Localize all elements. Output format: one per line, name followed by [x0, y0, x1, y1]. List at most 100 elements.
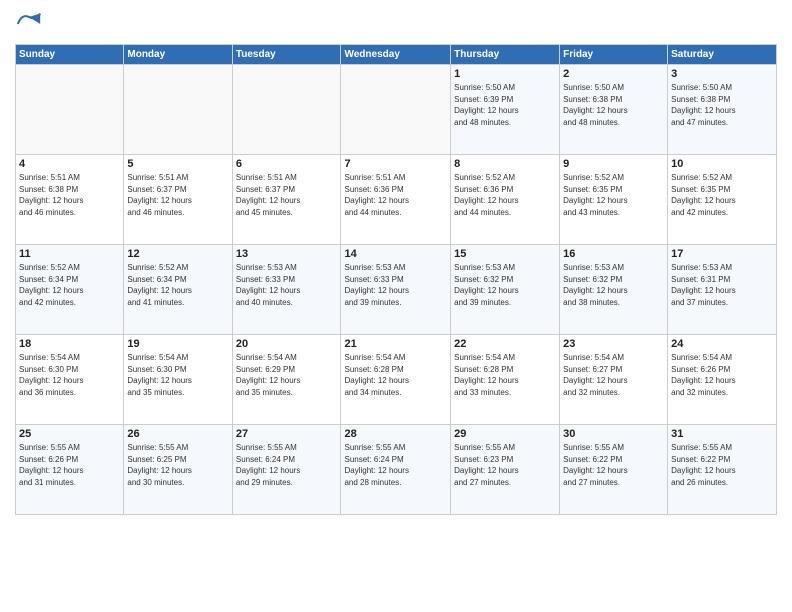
day-info: Sunrise: 5:54 AM Sunset: 6:30 PM Dayligh…	[19, 352, 120, 398]
day-info: Sunrise: 5:52 AM Sunset: 6:34 PM Dayligh…	[127, 262, 228, 308]
day-info: Sunrise: 5:54 AM Sunset: 6:30 PM Dayligh…	[127, 352, 228, 398]
day-cell: 20 Sunrise: 5:54 AM Sunset: 6:29 PM Dayli…	[232, 335, 341, 425]
day-info: Sunrise: 5:54 AM Sunset: 6:28 PM Dayligh…	[344, 352, 447, 398]
day-number: 24	[671, 338, 773, 350]
day-number: 22	[454, 338, 556, 350]
day-cell: 2 Sunrise: 5:50 AM Sunset: 6:38 PM Daylig…	[560, 65, 668, 155]
day-number: 11	[19, 248, 120, 260]
day-number: 18	[19, 338, 120, 350]
day-info: Sunrise: 5:54 AM Sunset: 6:29 PM Dayligh…	[236, 352, 338, 398]
day-number: 13	[236, 248, 338, 260]
day-info: Sunrise: 5:51 AM Sunset: 6:37 PM Dayligh…	[236, 172, 338, 218]
day-cell: 3 Sunrise: 5:50 AM Sunset: 6:38 PM Daylig…	[668, 65, 777, 155]
day-cell: 17 Sunrise: 5:53 AM Sunset: 6:31 PM Dayli…	[668, 245, 777, 335]
day-number: 4	[19, 158, 120, 170]
day-info: Sunrise: 5:52 AM Sunset: 6:34 PM Dayligh…	[19, 262, 120, 308]
weekday-header-tuesday: Tuesday	[232, 45, 341, 65]
week-row-1: 1 Sunrise: 5:50 AM Sunset: 6:39 PM Daylig…	[16, 65, 777, 155]
day-info: Sunrise: 5:54 AM Sunset: 6:28 PM Dayligh…	[454, 352, 556, 398]
day-info: Sunrise: 5:53 AM Sunset: 6:31 PM Dayligh…	[671, 262, 773, 308]
day-number: 17	[671, 248, 773, 260]
weekday-header-thursday: Thursday	[451, 45, 560, 65]
weekday-header-friday: Friday	[560, 45, 668, 65]
weekday-header-wednesday: Wednesday	[341, 45, 451, 65]
day-number: 30	[563, 428, 664, 440]
day-info: Sunrise: 5:55 AM Sunset: 6:24 PM Dayligh…	[236, 442, 338, 488]
page: SundayMondayTuesdayWednesdayThursdayFrid…	[0, 0, 792, 612]
day-info: Sunrise: 5:50 AM Sunset: 6:39 PM Dayligh…	[454, 82, 556, 128]
day-cell: 21 Sunrise: 5:54 AM Sunset: 6:28 PM Dayli…	[341, 335, 451, 425]
day-number: 6	[236, 158, 338, 170]
weekday-header-saturday: Saturday	[668, 45, 777, 65]
day-cell	[16, 65, 124, 155]
day-info: Sunrise: 5:52 AM Sunset: 6:36 PM Dayligh…	[454, 172, 556, 218]
weekday-row: SundayMondayTuesdayWednesdayThursdayFrid…	[16, 45, 777, 65]
day-cell: 12 Sunrise: 5:52 AM Sunset: 6:34 PM Dayli…	[124, 245, 232, 335]
day-number: 27	[236, 428, 338, 440]
logo	[15, 10, 47, 38]
weekday-header-monday: Monday	[124, 45, 232, 65]
day-number: 12	[127, 248, 228, 260]
day-number: 29	[454, 428, 556, 440]
day-number: 19	[127, 338, 228, 350]
weekday-header-sunday: Sunday	[16, 45, 124, 65]
day-cell: 24 Sunrise: 5:54 AM Sunset: 6:26 PM Dayli…	[668, 335, 777, 425]
day-cell: 8 Sunrise: 5:52 AM Sunset: 6:36 PM Daylig…	[451, 155, 560, 245]
day-info: Sunrise: 5:55 AM Sunset: 6:24 PM Dayligh…	[344, 442, 447, 488]
day-info: Sunrise: 5:50 AM Sunset: 6:38 PM Dayligh…	[671, 82, 773, 128]
day-cell: 28 Sunrise: 5:55 AM Sunset: 6:24 PM Dayli…	[341, 425, 451, 515]
day-info: Sunrise: 5:53 AM Sunset: 6:32 PM Dayligh…	[454, 262, 556, 308]
day-number: 16	[563, 248, 664, 260]
day-cell: 5 Sunrise: 5:51 AM Sunset: 6:37 PM Daylig…	[124, 155, 232, 245]
day-cell: 7Sunrise: 5:51 AM Sunset: 6:36 PM Daylig…	[341, 155, 451, 245]
day-cell: 18 Sunrise: 5:54 AM Sunset: 6:30 PM Dayli…	[16, 335, 124, 425]
day-number: 5	[127, 158, 228, 170]
calendar-header: SundayMondayTuesdayWednesdayThursdayFrid…	[16, 45, 777, 65]
day-info: Sunrise: 5:51 AM Sunset: 6:37 PM Dayligh…	[127, 172, 228, 218]
calendar-body: 1 Sunrise: 5:50 AM Sunset: 6:39 PM Daylig…	[16, 65, 777, 515]
day-cell: 15Sunrise: 5:53 AM Sunset: 6:32 PM Dayli…	[451, 245, 560, 335]
day-cell: 9 Sunrise: 5:52 AM Sunset: 6:35 PM Daylig…	[560, 155, 668, 245]
day-info: Sunrise: 5:55 AM Sunset: 6:23 PM Dayligh…	[454, 442, 556, 488]
day-info: Sunrise: 5:55 AM Sunset: 6:22 PM Dayligh…	[671, 442, 773, 488]
day-number: 1	[454, 68, 556, 80]
day-info: Sunrise: 5:51 AM Sunset: 6:36 PM Dayligh…	[344, 172, 447, 218]
day-cell: 29 Sunrise: 5:55 AM Sunset: 6:23 PM Dayli…	[451, 425, 560, 515]
day-info: Sunrise: 5:54 AM Sunset: 6:26 PM Dayligh…	[671, 352, 773, 398]
day-info: Sunrise: 5:53 AM Sunset: 6:33 PM Dayligh…	[236, 262, 338, 308]
day-cell: 19 Sunrise: 5:54 AM Sunset: 6:30 PM Dayli…	[124, 335, 232, 425]
day-number: 3	[671, 68, 773, 80]
day-number: 28	[344, 428, 447, 440]
day-number: 21	[344, 338, 447, 350]
day-cell: 11 Sunrise: 5:52 AM Sunset: 6:34 PM Dayli…	[16, 245, 124, 335]
day-info: Sunrise: 5:55 AM Sunset: 6:25 PM Dayligh…	[127, 442, 228, 488]
day-cell	[341, 65, 451, 155]
day-cell: 22 Sunrise: 5:54 AM Sunset: 6:28 PM Dayli…	[451, 335, 560, 425]
day-number: 31	[671, 428, 773, 440]
day-number: 23	[563, 338, 664, 350]
calendar-table: SundayMondayTuesdayWednesdayThursdayFrid…	[15, 44, 777, 515]
day-info: Sunrise: 5:55 AM Sunset: 6:26 PM Dayligh…	[19, 442, 120, 488]
day-cell: 30 Sunrise: 5:55 AM Sunset: 6:22 PM Dayli…	[560, 425, 668, 515]
day-cell: 23 Sunrise: 5:54 AM Sunset: 6:27 PM Dayli…	[560, 335, 668, 425]
day-cell: 31 Sunrise: 5:55 AM Sunset: 6:22 PM Dayli…	[668, 425, 777, 515]
day-cell: 1 Sunrise: 5:50 AM Sunset: 6:39 PM Daylig…	[451, 65, 560, 155]
day-number: 20	[236, 338, 338, 350]
day-cell	[232, 65, 341, 155]
day-info: Sunrise: 5:50 AM Sunset: 6:38 PM Dayligh…	[563, 82, 664, 128]
day-cell: 10Sunrise: 5:52 AM Sunset: 6:35 PM Dayli…	[668, 155, 777, 245]
day-info: Sunrise: 5:55 AM Sunset: 6:22 PM Dayligh…	[563, 442, 664, 488]
week-row-5: 25Sunrise: 5:55 AM Sunset: 6:26 PM Dayli…	[16, 425, 777, 515]
day-number: 14	[344, 248, 447, 260]
day-info: Sunrise: 5:51 AM Sunset: 6:38 PM Dayligh…	[19, 172, 120, 218]
day-number: 9	[563, 158, 664, 170]
day-info: Sunrise: 5:53 AM Sunset: 6:32 PM Dayligh…	[563, 262, 664, 308]
day-cell: 13 Sunrise: 5:53 AM Sunset: 6:33 PM Dayli…	[232, 245, 341, 335]
day-cell: 25Sunrise: 5:55 AM Sunset: 6:26 PM Dayli…	[16, 425, 124, 515]
day-info: Sunrise: 5:54 AM Sunset: 6:27 PM Dayligh…	[563, 352, 664, 398]
day-number: 8	[454, 158, 556, 170]
day-info: Sunrise: 5:52 AM Sunset: 6:35 PM Dayligh…	[563, 172, 664, 218]
day-cell: 16 Sunrise: 5:53 AM Sunset: 6:32 PM Dayli…	[560, 245, 668, 335]
day-info: Sunrise: 5:52 AM Sunset: 6:35 PM Dayligh…	[671, 172, 773, 218]
day-number: 2	[563, 68, 664, 80]
